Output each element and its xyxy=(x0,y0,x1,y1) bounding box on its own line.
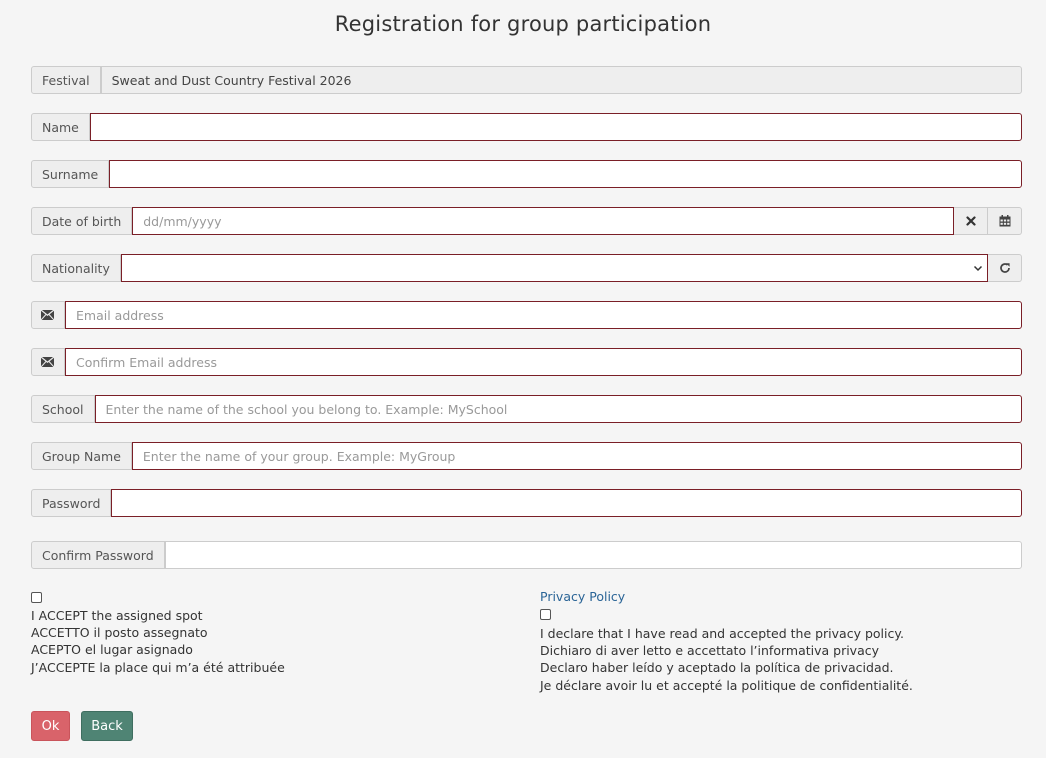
password-label: Password xyxy=(31,489,112,517)
back-button[interactable]: Back xyxy=(81,711,133,741)
confirm-password-row: Confirm Password xyxy=(31,541,1022,569)
group-label: Group Name xyxy=(31,442,132,470)
confirm-email-addon xyxy=(31,348,65,376)
confirm-email-row xyxy=(31,348,1022,376)
close-icon xyxy=(965,216,976,226)
name-label: Name xyxy=(31,113,90,141)
password-input[interactable] xyxy=(111,489,1022,517)
email-row xyxy=(31,301,1022,329)
privacy-policy-link[interactable]: Privacy Policy xyxy=(540,589,625,604)
email-input[interactable] xyxy=(65,301,1022,329)
ok-button[interactable]: Ok xyxy=(31,711,70,741)
confirm-email-input[interactable] xyxy=(65,348,1022,376)
dob-label: Date of birth xyxy=(31,207,133,235)
nationality-label: Nationality xyxy=(31,254,121,282)
group-row: Group Name xyxy=(31,442,1022,470)
calendar-icon xyxy=(999,215,1011,227)
accept-line: ACCETTO il posto assegnato xyxy=(31,625,208,641)
accept-checkbox[interactable] xyxy=(31,592,42,603)
surname-input[interactable] xyxy=(109,160,1022,188)
nationality-select[interactable] xyxy=(120,254,988,282)
envelope-icon xyxy=(41,357,54,367)
dob-clear-button[interactable] xyxy=(954,207,988,235)
refresh-icon xyxy=(999,262,1011,274)
festival-value: Sweat and Dust Country Festival 2026 xyxy=(100,66,1022,94)
accept-line: J’ACCEPTE la place qui m’a été attribuée xyxy=(31,659,285,675)
dob-row: Date of birth xyxy=(31,207,1022,235)
accept-line: ACEPTO el lugar asignado xyxy=(31,642,193,658)
page-title: Registration for group participation xyxy=(334,12,712,36)
privacy-line: Dichiaro di aver letto e accettato l’inf… xyxy=(540,643,880,659)
name-input[interactable] xyxy=(89,113,1022,141)
accept-line: I ACCEPT the assigned spot xyxy=(31,608,203,623)
nationality-row: Nationality xyxy=(31,254,1022,282)
privacy-checkbox[interactable] xyxy=(540,609,551,620)
nationality-refresh-button[interactable] xyxy=(988,254,1022,282)
name-row: Name xyxy=(31,113,1022,141)
dob-input[interactable] xyxy=(132,207,954,235)
surname-label: Surname xyxy=(31,160,110,188)
privacy-line: Declaro haber leído y aceptado la políti… xyxy=(540,660,894,676)
privacy-line: Je déclare avoir lu et accepté la politi… xyxy=(540,677,913,693)
email-addon xyxy=(31,301,65,329)
festival-row: Festival Sweat and Dust Country Festival… xyxy=(31,66,1022,94)
confirm-password-label: Confirm Password xyxy=(31,541,165,569)
group-input[interactable] xyxy=(131,442,1022,470)
surname-row: Surname xyxy=(31,160,1022,188)
school-label: School xyxy=(31,395,95,423)
school-input[interactable] xyxy=(94,395,1022,423)
envelope-icon xyxy=(41,310,54,320)
confirm-password-input[interactable] xyxy=(164,541,1022,569)
privacy-line: I declare that I have read and accepted … xyxy=(540,626,904,641)
school-row: School xyxy=(31,395,1022,423)
chevron-down-icon xyxy=(973,265,983,272)
accept-text: I ACCEPT the assigned spot ACCETTO il po… xyxy=(31,607,285,676)
festival-label: Festival xyxy=(31,66,101,94)
privacy-text: I declare that I have read and accepted … xyxy=(540,625,913,694)
password-row: Password xyxy=(31,489,1022,517)
dob-calendar-button[interactable] xyxy=(988,207,1022,235)
